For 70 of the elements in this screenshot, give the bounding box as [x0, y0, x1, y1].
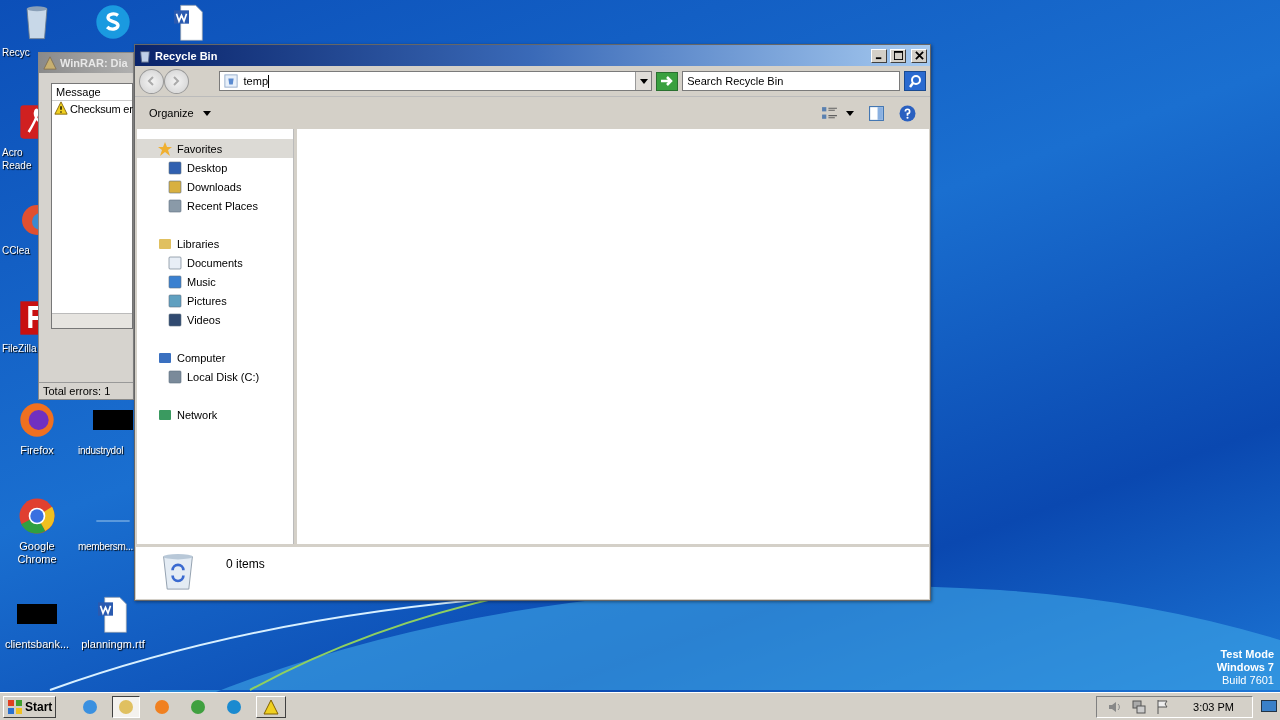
arrow-icon	[660, 75, 675, 87]
item-count: 0 items	[226, 557, 265, 571]
windows-logo-icon	[7, 698, 23, 715]
warning-icon	[54, 101, 68, 115]
close-icon	[914, 51, 924, 60]
list-item[interactable]: Checksum er	[70, 101, 133, 117]
chrome-icon[interactable]	[17, 496, 57, 536]
nav-item[interactable]: Network	[137, 405, 293, 424]
star-icon	[157, 140, 173, 157]
go-button[interactable]	[656, 71, 679, 91]
desktop-icon-label: FileZilla	[2, 342, 37, 355]
window-title: Recycle Bin	[155, 49, 218, 62]
maximize-icon	[893, 51, 903, 60]
nav-item[interactable]: Desktop	[137, 158, 293, 177]
skype-icon[interactable]	[93, 2, 133, 42]
view-options-icon[interactable]	[821, 104, 838, 122]
nav-item[interactable]: Local Disk (C:)	[137, 367, 293, 386]
nav-item[interactable]: Pictures	[137, 291, 293, 310]
help-icon[interactable]	[899, 104, 916, 122]
show-desktop-icon[interactable]	[1261, 699, 1277, 714]
os-build-text: Windows 7	[1216, 661, 1274, 674]
close-button[interactable]	[911, 48, 927, 63]
recycle-bin-icon	[138, 48, 152, 63]
column-header[interactable]: Message	[52, 84, 132, 101]
nav-item[interactable]: Recent Places	[137, 196, 293, 215]
desktop-icon-label: membersm...	[78, 540, 134, 553]
nav-item[interactable]: Libraries	[137, 234, 293, 253]
desktop-icon-label: Firefox	[19, 444, 55, 457]
desktop-icon-label: planningm.rtf	[80, 638, 146, 651]
dropdown-button[interactable]	[635, 72, 652, 90]
address-field[interactable]: temp	[218, 71, 653, 91]
nav-item[interactable]: Videos	[137, 310, 293, 329]
nav-item[interactable]: Downloads	[137, 177, 293, 196]
app-icon	[118, 698, 135, 715]
desktop-icon-label: CClea	[2, 244, 31, 257]
organize-button[interactable]: Organize	[147, 104, 213, 122]
nav-item[interactable]: Music	[137, 272, 293, 291]
warning-icon	[43, 56, 57, 70]
desktop-icon-label: industrydol	[78, 444, 125, 457]
os-build-text: Test Mode	[1220, 648, 1274, 661]
preview-pane-icon[interactable]	[868, 104, 885, 122]
desktop-icon-label: Google Chrome	[16, 540, 58, 566]
desktop-icon-label: clientsbank...	[3, 638, 71, 651]
horizontal-scrollbar[interactable]	[52, 313, 132, 328]
desktop-icon-label: Acro Reade	[2, 146, 33, 172]
start-button[interactable]: Start	[3, 695, 57, 718]
app-icon	[226, 698, 243, 715]
window-title: WinRAR: Dia	[60, 57, 128, 69]
caret-icon	[202, 110, 211, 116]
app-icon	[82, 698, 99, 715]
search-field[interactable]: Search Recycle Bin	[682, 71, 901, 91]
recycle-bin-icon	[223, 74, 238, 88]
os-build-text: Build 7601	[1222, 674, 1274, 687]
taskbar-button[interactable]	[112, 695, 141, 718]
status-bar: Total errors: 1	[39, 382, 133, 399]
app-icon	[154, 698, 171, 715]
nav-item[interactable]: Favorites	[137, 139, 293, 158]
search-icon	[908, 74, 923, 88]
app-icon	[190, 698, 207, 715]
minimize-button[interactable]	[871, 48, 887, 63]
maximize-button[interactable]	[890, 48, 906, 63]
search-button[interactable]	[904, 71, 926, 91]
warning-icon	[263, 698, 280, 715]
nav-item[interactable]: Computer	[137, 348, 293, 367]
recycle-bin-icon	[160, 551, 196, 593]
clock[interactable]: 3:03 PM	[1193, 700, 1234, 713]
nav-item[interactable]: Documents	[137, 253, 293, 272]
caret-icon	[639, 78, 648, 84]
caret-icon[interactable]	[846, 110, 854, 116]
desktop-icon-label: Recyc	[2, 46, 31, 59]
